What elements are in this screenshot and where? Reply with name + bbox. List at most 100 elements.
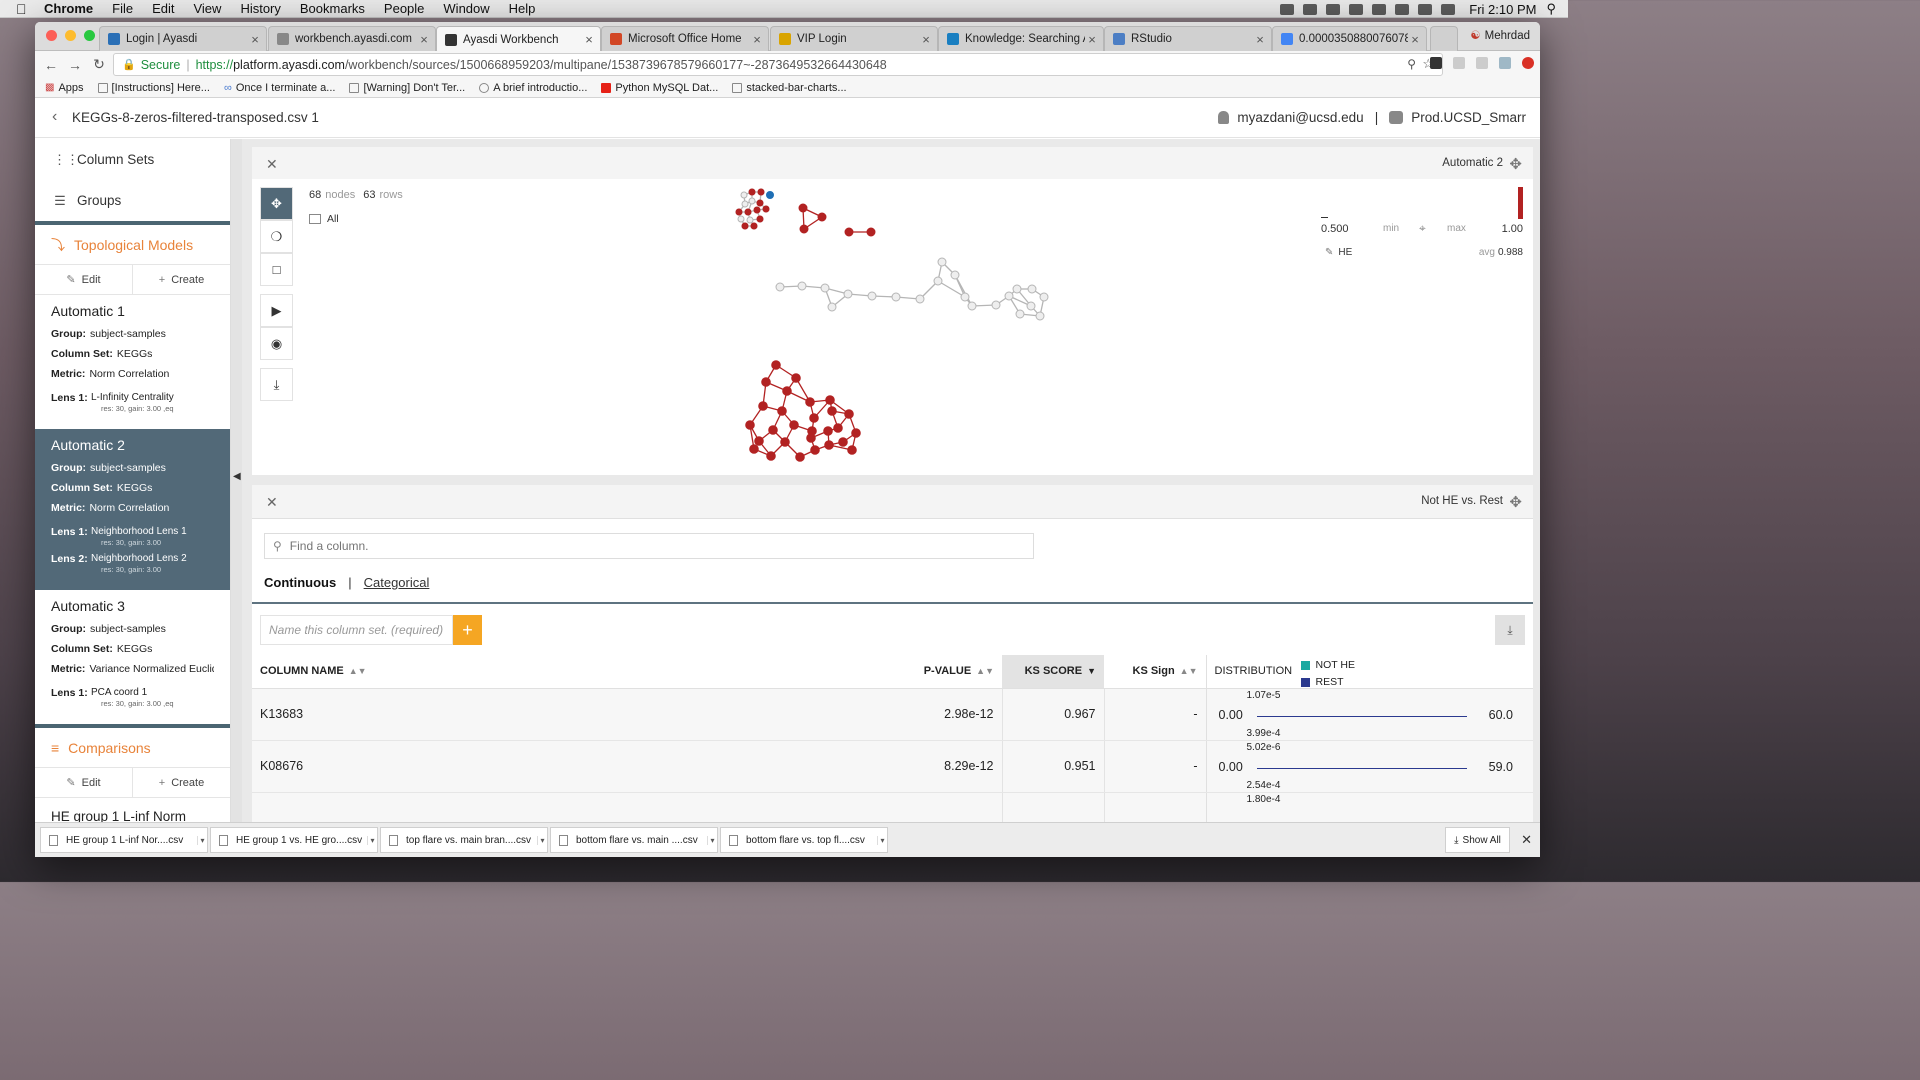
extension-icon[interactable] — [1453, 57, 1465, 69]
menu-window[interactable]: Window — [443, 0, 489, 18]
close-tab-icon[interactable]: × — [1253, 32, 1267, 47]
graph-node[interactable] — [795, 452, 805, 462]
extension-icon[interactable] — [1476, 57, 1488, 69]
download-graph-button[interactable]: ⤓ — [260, 368, 293, 401]
graph-node[interactable] — [771, 360, 781, 370]
graph-node[interactable] — [750, 222, 758, 230]
graph-node[interactable] — [756, 199, 764, 207]
graph-node[interactable] — [915, 294, 925, 304]
graph-node[interactable] — [991, 300, 1001, 310]
download-menu-caret-icon[interactable]: ▾ — [197, 835, 207, 845]
menu-file[interactable]: File — [112, 0, 133, 18]
close-tab-icon[interactable]: × — [1085, 32, 1099, 47]
menu-history[interactable]: History — [240, 0, 280, 18]
download-menu-caret-icon[interactable]: ▾ — [537, 835, 547, 845]
tab-continuous[interactable]: Continuous — [264, 575, 336, 590]
close-pane-icon[interactable]: ✕ — [266, 156, 278, 173]
graph-node[interactable] — [753, 206, 761, 214]
graph-node[interactable] — [741, 222, 749, 230]
graph-node[interactable] — [777, 406, 787, 416]
graph-node[interactable] — [745, 420, 755, 430]
browser-tab[interactable]: VIP Login × — [770, 26, 938, 51]
download-item[interactable]: top flare vs. main bran....csv ▾ — [380, 827, 548, 853]
download-item[interactable]: HE group 1 L-inf Nor....csv ▾ — [40, 827, 208, 853]
graph-node[interactable] — [749, 444, 759, 454]
download-table-button[interactable]: ⤓ — [1495, 615, 1525, 645]
graph-node[interactable] — [797, 281, 807, 291]
graph-node[interactable] — [737, 215, 745, 223]
volume-icon[interactable] — [1418, 3, 1433, 15]
crosshair-icon[interactable]: ⌖ — [1419, 221, 1426, 236]
graph-node[interactable] — [768, 425, 778, 435]
download-item[interactable]: HE group 1 vs. HE gro....csv ▾ — [210, 827, 378, 853]
graph-node[interactable] — [847, 445, 857, 455]
bluetooth-icon[interactable] — [1372, 3, 1387, 15]
graph-node[interactable] — [960, 292, 970, 302]
sidebar-item-column-sets[interactable]: ⋮⋮ Column Sets — [35, 139, 230, 180]
close-tab-icon[interactable]: × — [919, 32, 933, 47]
graph-node[interactable] — [851, 428, 861, 438]
org-name[interactable]: Prod.UCSD_Smarr — [1411, 110, 1526, 125]
lasso-tool-button[interactable]: ❍ — [260, 220, 293, 253]
graph-node[interactable] — [799, 224, 809, 234]
graph-node[interactable] — [754, 436, 764, 446]
graph-node[interactable] — [825, 395, 835, 405]
play-button[interactable]: ▶ — [260, 294, 293, 327]
graph-node[interactable] — [950, 270, 960, 280]
graph-node[interactable] — [782, 386, 792, 396]
back-arrow-icon[interactable]: ← — [39, 57, 63, 73]
graph-node[interactable] — [833, 423, 843, 433]
graph-node[interactable] — [1004, 291, 1014, 301]
graph-node[interactable] — [827, 302, 837, 312]
display-icon[interactable] — [1326, 3, 1341, 15]
minimize-window-button[interactable] — [65, 30, 76, 41]
graph-node[interactable] — [844, 227, 854, 237]
graph-node[interactable] — [823, 426, 833, 436]
graph-node[interactable] — [817, 212, 827, 222]
graph-node[interactable] — [844, 409, 854, 419]
section-comparisons[interactable]: ≡ Comparisons — [35, 724, 230, 767]
close-pane-icon[interactable]: ✕ — [266, 494, 278, 511]
sidebar-collapse-handle[interactable]: ◀ — [231, 139, 242, 822]
graph-node[interactable] — [735, 208, 743, 216]
move-pane-icon[interactable]: ✥ — [1509, 155, 1522, 173]
alert-extension-icon[interactable] — [1522, 57, 1534, 69]
address-bar[interactable]: 🔒 Secure | https:// platform.ayasdi.com … — [113, 53, 1443, 76]
ks-score-header[interactable]: KS SCORE ▼ — [1002, 655, 1104, 689]
graph-node[interactable] — [805, 397, 815, 407]
graph-node[interactable] — [937, 257, 947, 267]
browser-tab[interactable]: Microsoft Office Home × — [601, 26, 769, 51]
graph-node[interactable] — [746, 216, 754, 224]
new-tab-button[interactable] — [1430, 26, 1458, 51]
table-row[interactable]: K13683 2.98e-12 0.967- 1.07e-5 0.00 60.0 3.99e… — [252, 688, 1533, 741]
browser-tab[interactable]: 0.000035088007607875...× — [1272, 26, 1427, 51]
pvalue-header[interactable]: P-VALUE ▲▼ — [900, 655, 1002, 689]
model-item[interactable]: Automatic 2 Group: subject-samples Column S… — [35, 429, 230, 590]
edit-comparison-button[interactable]: ✎ Edit — [35, 768, 133, 797]
graph-node[interactable] — [780, 437, 790, 447]
browser-tab[interactable]: RStudio × — [1104, 26, 1272, 51]
download-menu-caret-icon[interactable]: ▾ — [367, 835, 377, 845]
graph-node[interactable] — [748, 197, 756, 205]
comparison-item[interactable]: HE group 1 L-inf Norm correlation vs. HE… — [35, 798, 230, 822]
bookmark-item[interactable]: [Instructions] Here... — [97, 82, 210, 94]
graph-node[interactable] — [761, 377, 771, 387]
graph-node[interactable] — [824, 440, 834, 450]
close-tab-icon[interactable]: × — [248, 32, 262, 47]
graph-node[interactable] — [843, 289, 853, 299]
bookmark-item[interactable]: stacked-bar-charts... — [732, 82, 847, 94]
wifi-icon[interactable] — [1395, 3, 1410, 15]
extension-icon[interactable] — [1499, 57, 1511, 69]
graph-node[interactable] — [775, 282, 785, 292]
zoom-window-button[interactable] — [84, 30, 95, 41]
browser-tab[interactable]: workbench.ayasdi.com × — [268, 26, 436, 51]
all-rows-toggle[interactable]: All — [309, 213, 339, 225]
menu-edit[interactable]: Edit — [152, 0, 174, 18]
bookmark-apps[interactable]: ▩ Apps — [45, 82, 84, 94]
graph-node[interactable] — [1027, 284, 1037, 294]
move-pane-icon[interactable]: ✥ — [1509, 493, 1522, 511]
graph-node[interactable] — [867, 291, 877, 301]
cloud-icon[interactable] — [1303, 3, 1318, 15]
model-item[interactable]: Automatic 1 Group: subject-samples Column S… — [35, 295, 230, 429]
graph-node[interactable] — [891, 292, 901, 302]
